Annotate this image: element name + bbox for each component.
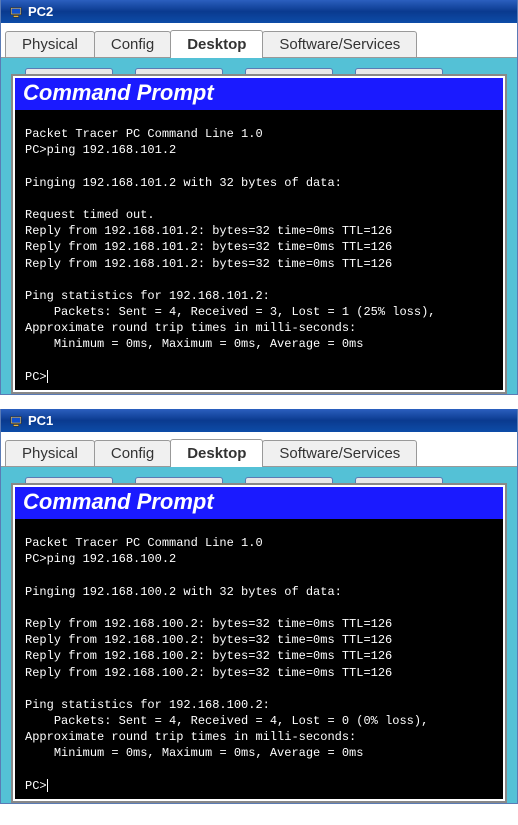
- tab-physical[interactable]: Physical: [5, 440, 95, 466]
- terminal-output[interactable]: Packet Tracer PC Command Line 1.0 PC>pin…: [15, 519, 503, 799]
- command-prompt-title: Command Prompt: [15, 487, 503, 519]
- desktop-shortcut[interactable]: [245, 68, 333, 74]
- titlebar[interactable]: PC2: [1, 0, 517, 23]
- desktop-shortcut[interactable]: [135, 68, 223, 74]
- desktop-shortcut[interactable]: [355, 477, 443, 483]
- app-window-pc2: PC2 Physical Config Desktop Software/Ser…: [0, 0, 518, 395]
- tab-config[interactable]: Config: [94, 31, 171, 57]
- tabs-row: Physical Config Desktop Software/Service…: [1, 432, 517, 467]
- desktop-shortcut[interactable]: [25, 68, 113, 74]
- tabs-row: Physical Config Desktop Software/Service…: [1, 23, 517, 58]
- tab-desktop[interactable]: Desktop: [170, 30, 263, 58]
- cursor-icon: [47, 370, 48, 383]
- titlebar[interactable]: PC1: [1, 409, 517, 432]
- desktop-shortcut[interactable]: [25, 477, 113, 483]
- tab-config[interactable]: Config: [94, 440, 171, 466]
- tab-physical[interactable]: Physical: [5, 31, 95, 57]
- desktop-panel: Command Prompt Packet Tracer PC Command …: [1, 58, 517, 394]
- desktop-shortcut[interactable]: [355, 68, 443, 74]
- cursor-icon: [47, 779, 48, 792]
- tab-desktop[interactable]: Desktop: [170, 439, 263, 467]
- command-prompt-title: Command Prompt: [15, 78, 503, 110]
- command-prompt-window: Command Prompt Packet Tracer PC Command …: [11, 74, 507, 394]
- terminal-output[interactable]: Packet Tracer PC Command Line 1.0 PC>pin…: [15, 110, 503, 390]
- command-prompt-window: Command Prompt Packet Tracer PC Command …: [11, 483, 507, 803]
- tab-software-services[interactable]: Software/Services: [262, 31, 417, 57]
- desktop-shortcut[interactable]: [135, 477, 223, 483]
- desktop-shortcut[interactable]: [245, 477, 333, 483]
- desktop-icon-row: [5, 473, 513, 483]
- tab-software-services[interactable]: Software/Services: [262, 440, 417, 466]
- pc-icon: [9, 5, 23, 19]
- window-title: PC2: [28, 4, 53, 19]
- desktop-icon-row: [5, 64, 513, 74]
- window-title: PC1: [28, 413, 53, 428]
- app-window-pc1: PC1 Physical Config Desktop Software/Ser…: [0, 409, 518, 804]
- pc-icon: [9, 414, 23, 428]
- desktop-panel: Command Prompt Packet Tracer PC Command …: [1, 467, 517, 803]
